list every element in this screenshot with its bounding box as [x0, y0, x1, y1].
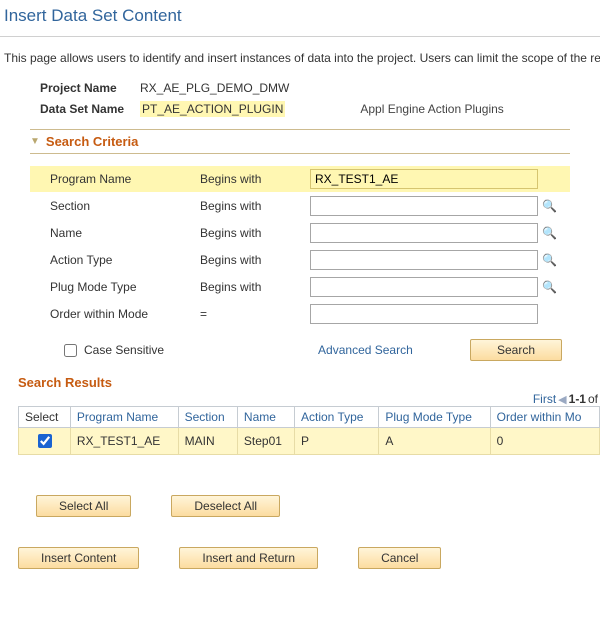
insert-content-button[interactable]: Insert Content — [18, 547, 139, 569]
deselect-all-button[interactable]: Deselect All — [171, 495, 280, 517]
criteria-toggle[interactable]: ▼ Search Criteria — [30, 129, 570, 154]
lookup-icon[interactable]: 🔍 — [542, 200, 557, 212]
criteria-row-order: Order within Mode = — [30, 304, 570, 324]
criteria-op: = — [200, 307, 310, 321]
criteria-row-section: Section Begins with 🔍 — [30, 196, 570, 216]
col-select: Select — [19, 407, 71, 428]
criteria-title: Search Criteria — [46, 134, 139, 149]
criteria-op: Begins with — [200, 280, 310, 294]
cell-program: RX_TEST1_AE — [70, 428, 178, 455]
pager-range: 1-1 — [569, 392, 586, 406]
col-program[interactable]: Program Name — [70, 407, 178, 428]
project-name-label: Project Name — [40, 81, 140, 95]
results-title: Search Results — [18, 375, 600, 390]
pager-prev-icon[interactable]: ◀ — [558, 393, 566, 406]
dataset-name-label: Data Set Name — [40, 102, 140, 116]
advanced-search-link[interactable]: Advanced Search — [318, 343, 413, 357]
col-name[interactable]: Name — [237, 407, 294, 428]
lookup-icon[interactable]: 🔍 — [542, 254, 557, 266]
insert-and-return-button[interactable]: Insert and Return — [179, 547, 318, 569]
search-criteria-section: ▼ Search Criteria Program Name Begins wi… — [0, 123, 600, 361]
criteria-label: Program Name — [50, 172, 200, 186]
col-action-type[interactable]: Action Type — [294, 407, 378, 428]
criteria-row-action-type: Action Type Begins with 🔍 — [30, 250, 570, 270]
criteria-row-plug-mode: Plug Mode Type Begins with 🔍 — [30, 277, 570, 297]
divider — [0, 36, 600, 37]
criteria-label: Action Type — [50, 253, 200, 267]
program-name-input[interactable] — [310, 169, 538, 189]
criteria-row-program-name: Program Name Begins with — [30, 166, 570, 192]
criteria-label: Name — [50, 226, 200, 240]
table-row: RX_TEST1_AE MAIN Step01 P A 0 — [19, 428, 600, 455]
criteria-op: Begins with — [200, 172, 310, 186]
criteria-op: Begins with — [200, 199, 310, 213]
project-name-value: RX_AE_PLG_DEMO_DMW — [140, 81, 289, 95]
criteria-op: Begins with — [200, 226, 310, 240]
table-header-row: Select Program Name Section Name Action … — [19, 407, 600, 428]
pager-first-link[interactable]: First — [533, 392, 556, 406]
cell-order: 0 — [490, 428, 599, 455]
page-title: Insert Data Set Content — [0, 0, 600, 36]
order-input[interactable] — [310, 304, 538, 324]
case-sensitive-checkbox[interactable] — [64, 344, 77, 357]
cancel-button[interactable]: Cancel — [358, 547, 441, 569]
col-order[interactable]: Order within Mo — [490, 407, 599, 428]
criteria-row-name: Name Begins with 🔍 — [30, 223, 570, 243]
criteria-label: Section — [50, 199, 200, 213]
case-sensitive-label: Case Sensitive — [84, 343, 164, 357]
pager-of: of — [588, 392, 598, 406]
lookup-icon[interactable]: 🔍 — [542, 227, 557, 239]
row-select-checkbox[interactable] — [38, 434, 52, 448]
plug-mode-input[interactable] — [310, 277, 538, 297]
search-button[interactable]: Search — [470, 339, 562, 361]
search-results-section: Search Results First ◀ 1-1 of Select Pro… — [0, 361, 600, 517]
name-input[interactable] — [310, 223, 538, 243]
collapse-icon: ▼ — [30, 136, 40, 147]
cell-plug-mode: A — [379, 428, 490, 455]
col-plug-mode[interactable]: Plug Mode Type — [379, 407, 490, 428]
cell-section: MAIN — [178, 428, 237, 455]
criteria-label: Plug Mode Type — [50, 280, 200, 294]
dataset-name-value: PT_AE_ACTION_PLUGIN — [140, 101, 285, 117]
lookup-icon[interactable]: 🔍 — [542, 281, 557, 293]
results-pager: First ◀ 1-1 of — [18, 392, 600, 406]
dataset-desc: Appl Engine Action Plugins — [360, 102, 503, 116]
cell-name: Step01 — [237, 428, 294, 455]
action-type-input[interactable] — [310, 250, 538, 270]
criteria-label: Order within Mode — [50, 307, 200, 321]
col-section[interactable]: Section — [178, 407, 237, 428]
section-input[interactable] — [310, 196, 538, 216]
cell-action-type: P — [294, 428, 378, 455]
results-table: Select Program Name Section Name Action … — [18, 406, 600, 455]
select-all-button[interactable]: Select All — [36, 495, 131, 517]
page-intro: This page allows users to identify and i… — [0, 51, 600, 65]
criteria-op: Begins with — [200, 253, 310, 267]
